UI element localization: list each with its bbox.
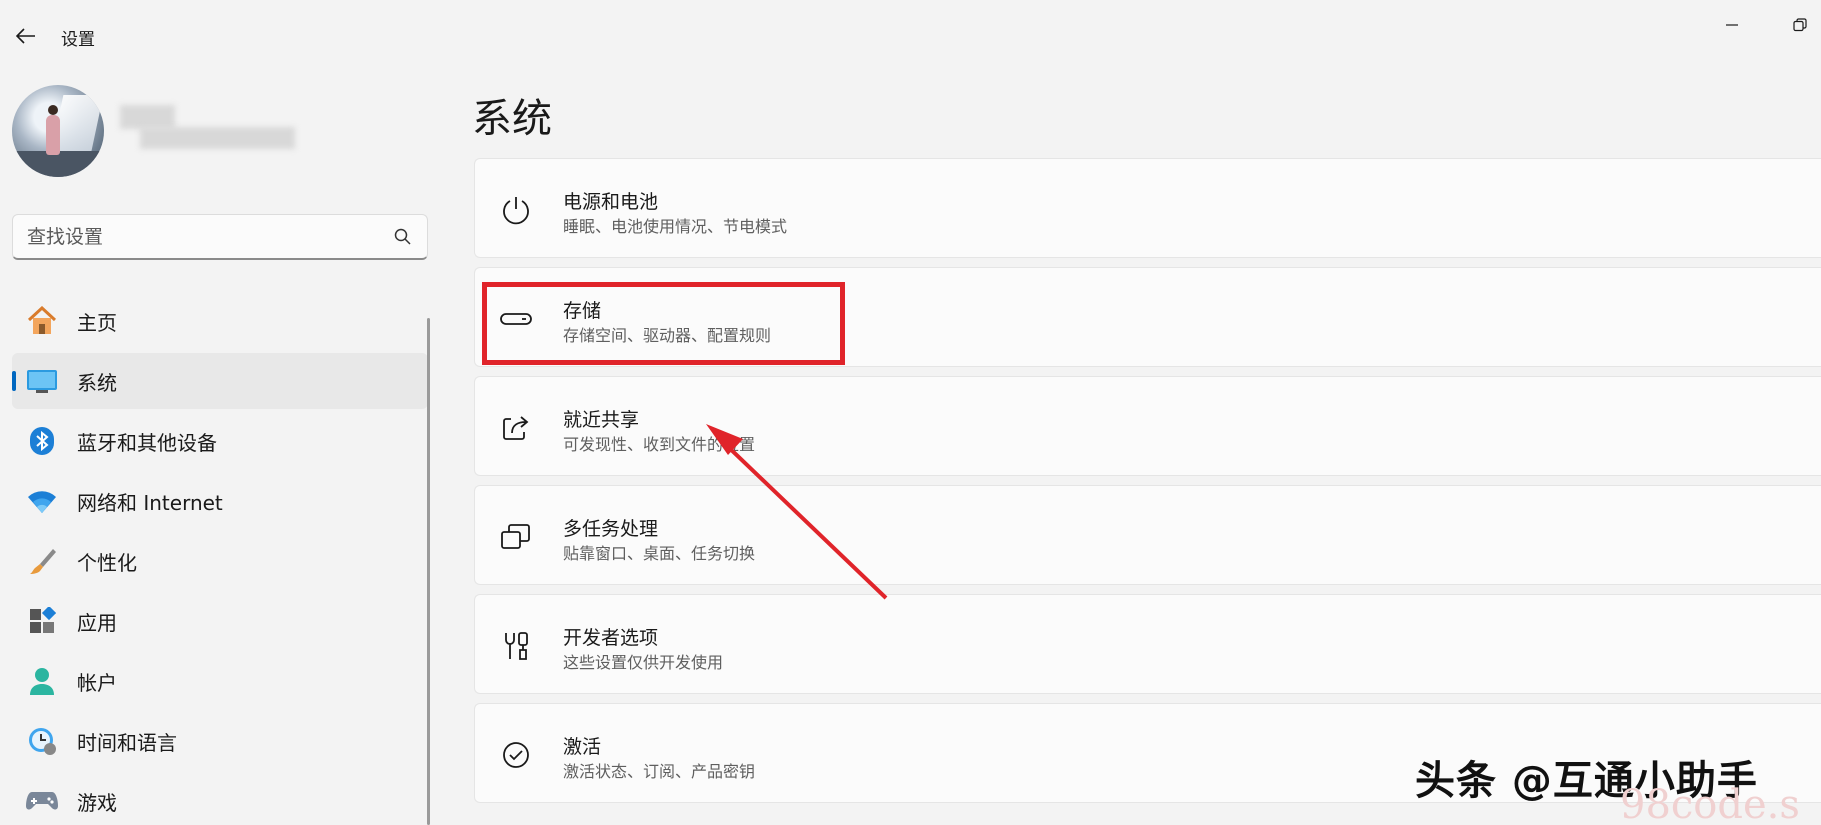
- card-title: 开发者选项: [563, 627, 659, 649]
- sidebar-item-personalization[interactable]: 个性化: [12, 533, 428, 589]
- bluetooth-icon: [26, 425, 58, 457]
- card-subtitle: 激活状态、订阅、产品密钥: [563, 762, 756, 781]
- sidebar-item-system[interactable]: 系统: [12, 353, 428, 409]
- storage-drive-icon: [499, 302, 533, 336]
- card-subtitle: 贴靠窗口、桌面、任务切换: [563, 544, 756, 563]
- settings-card-developer[interactable]: 开发者选项 这些设置仅供开发使用: [474, 594, 1821, 694]
- card-title: 电源和电池: [563, 191, 659, 213]
- watermark-secondary: 98code.s: [1620, 782, 1800, 825]
- settings-card-storage[interactable]: 存储 存储空间、驱动器、配置规则: [474, 267, 1821, 367]
- share-icon: [499, 411, 533, 445]
- card-subtitle: 存储空间、驱动器、配置规则: [563, 326, 772, 345]
- sidebar-item-label: 时间和语言: [77, 730, 177, 755]
- card-title: 多任务处理: [563, 518, 659, 540]
- sidebar-item-label: 蓝牙和其他设备: [77, 430, 217, 455]
- developer-tools-icon: [499, 629, 533, 663]
- sidebar-item-accounts[interactable]: 帐户: [12, 653, 428, 709]
- restore-button[interactable]: [1778, 10, 1821, 40]
- account-icon: [26, 665, 58, 697]
- app-title: 设置: [61, 30, 95, 50]
- user-profile[interactable]: [12, 85, 312, 177]
- restore-icon: [1793, 18, 1807, 32]
- card-title: 存储: [563, 300, 602, 322]
- minimize-icon: [1726, 24, 1738, 26]
- sidebar-item-network[interactable]: 网络和 Internet: [12, 473, 428, 529]
- settings-card-nearby-sharing[interactable]: 就近共享 可发现性、收到文件的位置: [474, 376, 1821, 476]
- user-name-redacted: [120, 105, 295, 157]
- sidebar-item-gaming[interactable]: 游戏: [12, 773, 428, 825]
- sidebar-item-label: 主页: [77, 310, 117, 335]
- card-subtitle: 睡眠、电池使用情况、节电模式: [563, 217, 788, 236]
- minimize-button[interactable]: [1710, 10, 1754, 40]
- check-circle-icon: [499, 738, 533, 772]
- search-field[interactable]: [12, 214, 428, 260]
- sidebar-item-label: 帐户: [77, 670, 117, 695]
- sidebar-item-label: 应用: [77, 610, 117, 635]
- back-arrow-icon: [16, 28, 35, 44]
- back-button[interactable]: [10, 22, 42, 50]
- page-title: 系统: [472, 96, 552, 142]
- search-icon[interactable]: [393, 227, 413, 247]
- sidebar-item-bluetooth[interactable]: 蓝牙和其他设备: [12, 413, 428, 469]
- card-subtitle: 可发现性、收到文件的位置: [563, 435, 756, 454]
- brush-icon: [26, 545, 58, 577]
- card-title: 激活: [563, 736, 602, 758]
- sidebar-item-label: 个性化: [77, 550, 137, 575]
- home-icon: [26, 305, 58, 337]
- clock-globe-icon: [26, 725, 58, 757]
- sidebar-item-label: 游戏: [77, 790, 117, 815]
- avatar[interactable]: [12, 85, 104, 177]
- sidebar-item-label: 系统: [77, 370, 117, 395]
- wifi-icon: [26, 485, 58, 517]
- card-title: 就近共享: [563, 409, 640, 431]
- power-icon: [499, 193, 533, 227]
- sidebar-item-apps[interactable]: 应用: [12, 593, 428, 649]
- apps-icon: [26, 605, 58, 637]
- settings-card-multitasking[interactable]: 多任务处理 贴靠窗口、桌面、任务切换: [474, 485, 1821, 585]
- sidebar-scrollbar[interactable]: [427, 318, 430, 825]
- search-input[interactable]: [27, 223, 377, 251]
- settings-list: 电源和电池 睡眠、电池使用情况、节电模式 存储 存储空间、驱动器、配置规则 就近…: [474, 158, 1821, 812]
- monitor-icon: [26, 365, 58, 397]
- multitask-icon: [499, 520, 533, 554]
- title-bar: 设置: [0, 0, 1821, 72]
- sidebar-item-home[interactable]: 主页: [12, 293, 428, 349]
- sidebar-item-time-language[interactable]: 时间和语言: [12, 713, 428, 769]
- settings-card-power[interactable]: 电源和电池 睡眠、电池使用情况、节电模式: [474, 158, 1821, 258]
- sidebar-item-label: 网络和 Internet: [77, 490, 223, 515]
- sidebar-nav: 主页 系统 蓝牙和其他设备 网络和 Internet 个性化 应用 帐户 时间和…: [12, 293, 428, 825]
- gamepad-icon: [26, 785, 58, 817]
- card-subtitle: 这些设置仅供开发使用: [563, 653, 724, 672]
